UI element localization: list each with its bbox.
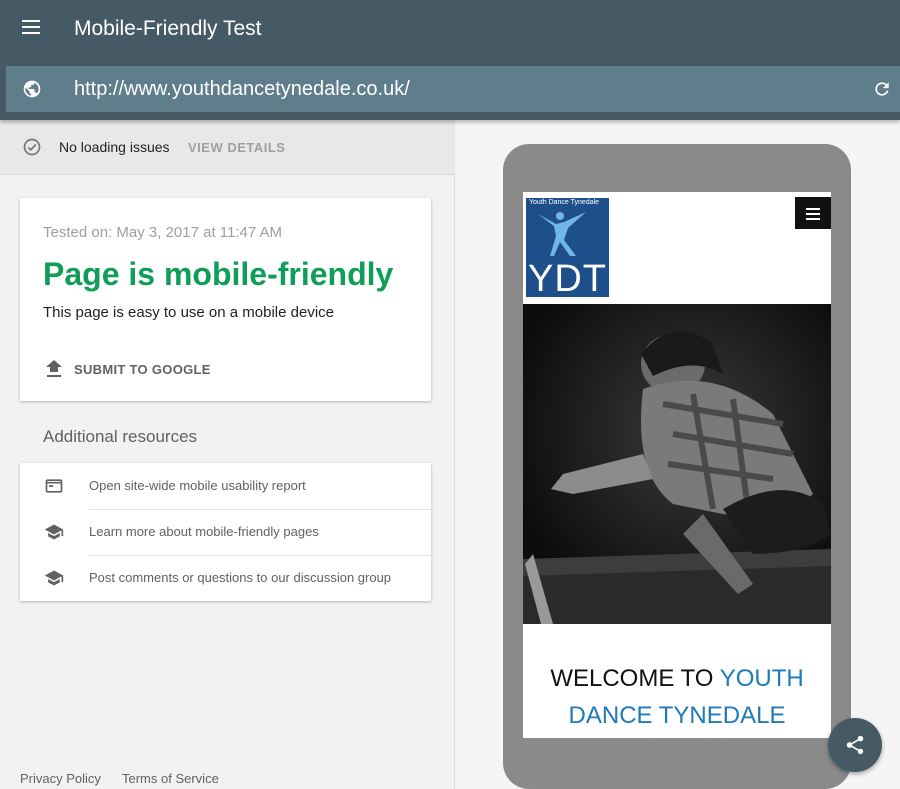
school-icon <box>44 524 64 540</box>
phone-screen: Youth Dance Tynedale YDT WELCOME TO YOUT… <box>523 192 831 738</box>
url-bar[interactable]: http://www.youthdancetynedale.co.uk/ <box>6 66 900 112</box>
site-logo-letters: YDT <box>528 258 607 300</box>
site-menu-icon[interactable] <box>795 197 831 229</box>
globe-icon <box>23 80 41 98</box>
terms-of-service-link[interactable]: Terms of Service <box>122 771 219 786</box>
result-subtitle: This page is easy to use on a mobile dev… <box>43 304 334 321</box>
preview-panel: Youth Dance Tynedale YDT WELCOME TO YOUT… <box>456 120 900 789</box>
result-title: Page is mobile-friendly <box>43 256 394 292</box>
list-item-label: Open site-wide mobile usability report <box>89 478 306 493</box>
privacy-policy-link[interactable]: Privacy Policy <box>20 771 101 786</box>
reload-icon[interactable] <box>872 79 892 99</box>
school-icon <box>44 570 64 586</box>
tested-on-timestamp: Tested on: May 3, 2017 at 11:47 AM <box>43 224 283 241</box>
site-logo-name: Youth Dance Tynedale <box>529 199 600 206</box>
list-item-discussion-group[interactable]: Post comments or questions to our discus… <box>20 555 431 601</box>
list-item-learn-more[interactable]: Learn more about mobile-friendly pages <box>20 509 431 555</box>
welcome-text-part1: WELCOME TO <box>550 665 720 692</box>
site-header: Youth Dance Tynedale YDT <box>523 192 831 304</box>
share-button[interactable] <box>828 718 882 772</box>
additional-resources-heading: Additional resources <box>43 427 198 446</box>
hero-image <box>523 304 831 624</box>
share-icon <box>846 735 864 755</box>
submit-to-google-label: SUBMIT TO GOOGLE <box>74 362 211 377</box>
site-logo: Youth Dance Tynedale YDT <box>526 198 609 300</box>
dancer-icon <box>538 212 586 256</box>
welcome-heading: WELCOME TO YOUTH DANCE TYNEDALE <box>523 660 831 734</box>
url-input[interactable]: http://www.youthdancetynedale.co.uk/ <box>74 78 410 101</box>
list-item-label: Post comments or questions to our discus… <box>89 570 392 585</box>
loading-status-bar: No loading issues VIEW DETAILS <box>0 120 455 175</box>
loading-status-text: No loading issues <box>59 139 170 155</box>
check-circle-icon <box>23 138 41 156</box>
phone-frame: Youth Dance Tynedale YDT WELCOME TO YOUT… <box>503 144 851 789</box>
list-item-usability-report[interactable]: Open site-wide mobile usability report <box>20 463 431 509</box>
view-details-button[interactable]: VIEW DETAILS <box>188 140 285 155</box>
menu-icon[interactable] <box>18 16 46 40</box>
dancer-photo <box>523 304 831 624</box>
browser-window-icon <box>45 479 63 493</box>
upload-icon <box>46 360 62 377</box>
resources-list: Open site-wide mobile usability report L… <box>20 463 431 601</box>
top-app-bar: Mobile-Friendly Test http://www.youthdan… <box>0 0 900 120</box>
list-item-label: Learn more about mobile-friendly pages <box>89 524 319 539</box>
app-title: Mobile-Friendly Test <box>74 17 262 40</box>
results-panel: No loading issues VIEW DETAILS Tested on… <box>0 120 455 789</box>
result-card: Tested on: May 3, 2017 at 11:47 AM Page … <box>20 198 431 401</box>
